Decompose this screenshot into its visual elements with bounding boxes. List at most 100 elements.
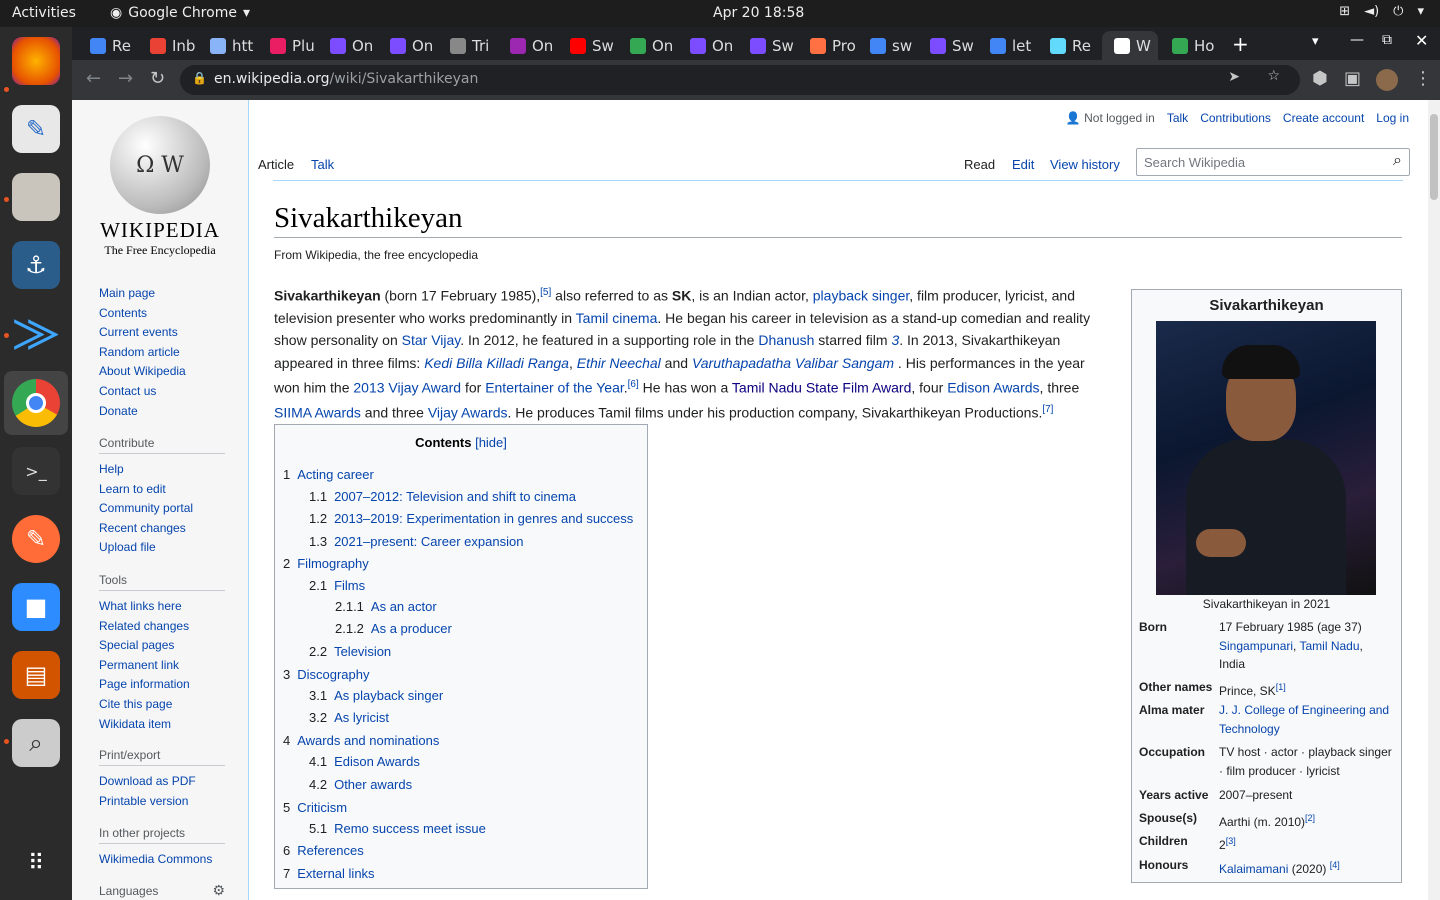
sidebar-link[interactable]: Page information bbox=[99, 675, 225, 695]
tab-edit[interactable]: Edit bbox=[1004, 148, 1042, 180]
toc-item[interactable]: 7 External links bbox=[283, 866, 375, 881]
browser-tab[interactable]: htt bbox=[198, 31, 256, 60]
sidebar-link[interactable]: Main page bbox=[99, 284, 225, 304]
chrome-dock-icon[interactable] bbox=[12, 379, 60, 427]
browser-tab[interactable]: Sw bbox=[558, 31, 616, 60]
sidebar-link[interactable]: Current events bbox=[99, 323, 225, 343]
gear-icon[interactable]: ⚙ bbox=[212, 882, 225, 899]
sidebar-link[interactable]: Wikidata item bbox=[99, 715, 225, 735]
files-icon[interactable] bbox=[12, 173, 60, 221]
address-bar[interactable]: 🔒 en.wikipedia.org/wiki/Sivakarthikeyan … bbox=[180, 65, 1300, 95]
browser-tab[interactable]: On bbox=[318, 31, 376, 60]
toc-item[interactable]: 4.1 Edison Awards bbox=[309, 754, 420, 769]
toc-item[interactable]: 1.3 2021–present: Career expansion bbox=[309, 534, 523, 549]
terminal-icon[interactable]: >_ bbox=[12, 447, 60, 495]
toc-item[interactable]: 2.2 Television bbox=[309, 644, 391, 659]
create-account-link[interactable]: Create account bbox=[1283, 111, 1364, 125]
browser-tab[interactable]: Sw bbox=[738, 31, 796, 60]
scrollbar-thumb[interactable] bbox=[1430, 114, 1438, 200]
sidebar-link[interactable]: Printable version bbox=[99, 792, 225, 812]
minimize-button[interactable]: — bbox=[1350, 32, 1364, 48]
sidebar-link[interactable]: Random article bbox=[99, 343, 225, 363]
sidebar-link[interactable]: What links here bbox=[99, 597, 225, 617]
profile-avatar[interactable] bbox=[1376, 69, 1398, 91]
tab-article[interactable]: Article bbox=[250, 148, 303, 180]
tab-read[interactable]: Read bbox=[956, 148, 1004, 180]
talk-link[interactable]: Talk bbox=[1167, 111, 1188, 125]
browser-tab[interactable]: On bbox=[498, 31, 556, 60]
toc-hide-toggle[interactable]: [hide] bbox=[475, 435, 507, 450]
toc-item[interactable]: 3.1 As playback singer bbox=[309, 688, 443, 703]
toc-item[interactable]: 1.1 2007–2012: Television and shift to ci… bbox=[309, 489, 576, 504]
clock[interactable]: Apr 20 18:58 bbox=[713, 5, 804, 21]
toc-item[interactable]: 4.2 Other awards bbox=[309, 777, 412, 792]
send-tab-icon[interactable]: ➤ bbox=[1228, 69, 1240, 85]
postman-icon[interactable]: ✎ bbox=[12, 515, 60, 563]
sidebar-link[interactable]: Community portal bbox=[99, 499, 225, 519]
browser-tab[interactable]: Re bbox=[78, 31, 136, 60]
wikipedia-logo[interactable]: Ω W WIKIPEDIA The Free Encyclopedia bbox=[100, 116, 220, 258]
born-state-link[interactable]: Tamil Nadu bbox=[1300, 639, 1360, 653]
image-viewer-icon[interactable]: ⌕ bbox=[12, 719, 60, 767]
reload-button[interactable]: ↻ bbox=[150, 68, 165, 89]
login-link[interactable]: Log in bbox=[1376, 111, 1409, 125]
born-place-link[interactable]: Singampunari bbox=[1219, 639, 1293, 653]
tab-search-icon[interactable]: ▾ bbox=[1312, 34, 1319, 49]
toc-item[interactable]: 2.1.2 As a producer bbox=[335, 621, 452, 636]
sidebar-link[interactable]: Contents bbox=[99, 304, 225, 324]
maximize-button[interactable]: ⧉ bbox=[1382, 32, 1392, 48]
infobox-photo[interactable] bbox=[1156, 321, 1376, 595]
lock-icon[interactable]: 🔒 bbox=[192, 71, 207, 85]
side-panel-icon[interactable]: ▣ bbox=[1344, 68, 1361, 89]
mysql-workbench-icon[interactable]: ⚓ bbox=[12, 241, 60, 289]
contributions-link[interactable]: Contributions bbox=[1200, 111, 1271, 125]
browser-tab[interactable]: On bbox=[618, 31, 676, 60]
sidebar-link[interactable]: Recent changes bbox=[99, 519, 225, 539]
sidebar-link[interactable]: About Wikipedia bbox=[99, 362, 225, 382]
browser-tab[interactable]: let bbox=[978, 31, 1036, 60]
toc-item[interactable]: 3.2 As lyricist bbox=[309, 710, 389, 725]
system-tray[interactable]: ⊞ ◄) ⏻ ▾ bbox=[1339, 4, 1424, 19]
toc-item[interactable]: 2 Filmography bbox=[283, 556, 369, 571]
browser-tab[interactable]: Pro bbox=[798, 31, 856, 60]
toc-item[interactable]: 5 Criticism bbox=[283, 800, 347, 815]
sidebar-link[interactable]: Upload file bbox=[99, 538, 225, 558]
browser-tab[interactable]: On bbox=[378, 31, 436, 60]
sidebar-link[interactable]: Wikimedia Commons bbox=[99, 850, 225, 870]
tab-view-history[interactable]: View history bbox=[1042, 148, 1128, 180]
show-apps-icon[interactable]: ⠿ bbox=[12, 839, 60, 887]
search-input[interactable]: Search Wikipedia ⌕ bbox=[1136, 148, 1410, 176]
toc-item[interactable]: 2.1 Films bbox=[309, 578, 365, 593]
honours-link[interactable]: Kalaimamani bbox=[1219, 862, 1288, 876]
browser-tab[interactable]: On bbox=[678, 31, 736, 60]
sidebar-link[interactable]: Donate bbox=[99, 402, 225, 422]
close-window-button[interactable]: ✕ bbox=[1415, 31, 1428, 50]
activities-button[interactable]: Activities bbox=[12, 5, 76, 21]
sidebar-link[interactable]: Cite this page bbox=[99, 695, 225, 715]
toc-item[interactable]: 5.1 Remo success meet issue bbox=[309, 821, 486, 836]
alma-mater-link[interactable]: J. J. College of Engineering and Technol… bbox=[1219, 703, 1389, 736]
browser-tab[interactable]: Sw bbox=[918, 31, 976, 60]
chrome-menu-icon[interactable]: ⋮ bbox=[1414, 68, 1432, 89]
search-icon[interactable]: ⌕ bbox=[1393, 152, 1402, 170]
sidebar-link[interactable]: Download as PDF bbox=[99, 772, 225, 792]
sidebar-link[interactable]: Contact us bbox=[99, 382, 225, 402]
new-tab-button[interactable]: + bbox=[1232, 32, 1249, 56]
browser-tab[interactable]: Ho bbox=[1160, 31, 1218, 60]
toc-item[interactable]: 1.2 2013–2019: Experimentation in genres … bbox=[309, 511, 633, 526]
sidebar-link[interactable]: Permanent link bbox=[99, 656, 225, 676]
bookmark-star-icon[interactable]: ☆ bbox=[1267, 68, 1280, 84]
browser-tab[interactable]: Tri bbox=[438, 31, 496, 60]
sidebar-link[interactable]: Related changes bbox=[99, 617, 225, 637]
extensions-icon[interactable]: ⬢ bbox=[1312, 68, 1328, 89]
impress-icon[interactable]: ▤ bbox=[12, 651, 60, 699]
browser-tab[interactable]: W✕ bbox=[1102, 31, 1158, 60]
browser-tab[interactable]: Inb bbox=[138, 31, 196, 60]
browser-tab[interactable]: Re bbox=[1038, 31, 1096, 60]
toc-item[interactable]: 3 Discography bbox=[283, 667, 370, 682]
toc-item[interactable]: 1 Acting career bbox=[283, 467, 374, 482]
text-editor-icon[interactable]: ✎ bbox=[12, 105, 60, 153]
sidebar-link[interactable]: Learn to edit bbox=[99, 480, 225, 500]
firefox-icon[interactable] bbox=[12, 37, 60, 85]
browser-tab[interactable]: Plu bbox=[258, 31, 316, 60]
